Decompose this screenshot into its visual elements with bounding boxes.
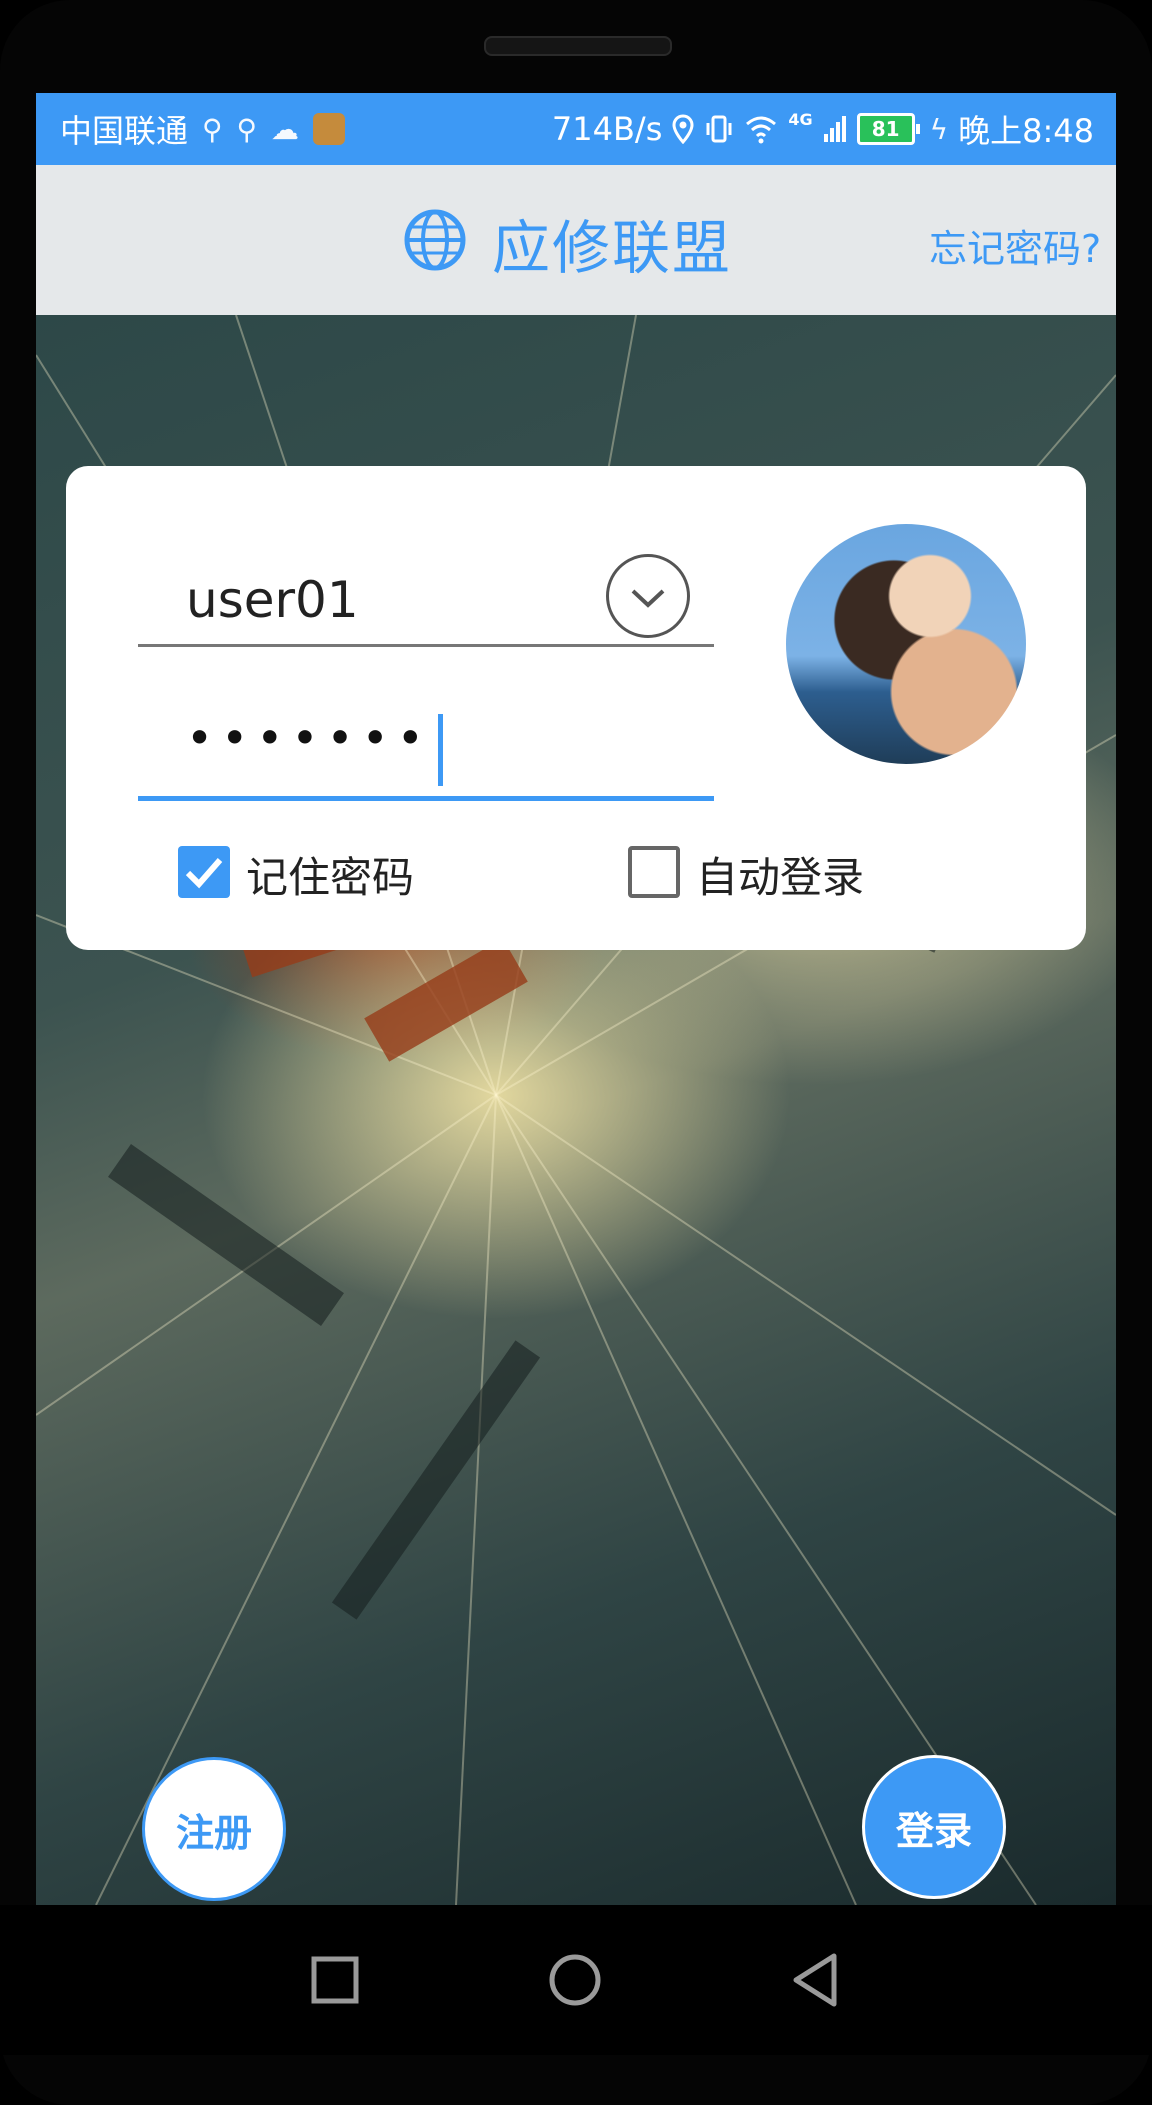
home-button[interactable]	[530, 1935, 620, 2025]
battery-level: 81	[856, 113, 915, 145]
auto-login-label[interactable]: 自动登录	[696, 844, 864, 905]
location-icon	[672, 114, 694, 144]
back-button[interactable]	[770, 1935, 860, 2025]
password-input[interactable]: •••••••	[186, 711, 432, 765]
charging-icon: ϟ	[929, 112, 949, 146]
remember-password-label[interactable]: 记住密码	[246, 844, 414, 905]
register-button[interactable]: 注册	[142, 1757, 286, 1901]
cloud-icon: ☁	[271, 112, 300, 146]
usb-icon: ⚲	[236, 112, 258, 146]
app-header: 应修联盟 忘记密码?	[36, 165, 1116, 315]
network-speed: 714B/s	[551, 110, 663, 148]
globe-icon	[404, 209, 466, 271]
username-underline	[138, 644, 714, 647]
username-input[interactable]: user01	[186, 571, 359, 629]
vibrate-icon	[706, 115, 732, 143]
app-title: 应修联盟	[492, 214, 733, 282]
clock: 晚上8:48	[958, 112, 1094, 150]
recent-apps-button[interactable]	[290, 1935, 380, 2025]
navigation-bar	[0, 1905, 1152, 2055]
checkmark-icon	[185, 858, 223, 889]
login-button[interactable]: 登录	[862, 1755, 1006, 1899]
recent-apps-icon	[311, 1956, 359, 2004]
network-type: 4G	[788, 109, 813, 129]
screen: 中国联通 ⚲ ⚲ ☁ 714B/s 4G 81 ϟ 晚上8:48 应修联盟 忘记…	[36, 93, 1116, 1905]
phone-frame: 中国联通 ⚲ ⚲ ☁ 714B/s 4G 81 ϟ 晚上8:48 应修联盟 忘记…	[0, 0, 1152, 2105]
battery-icon: 81	[856, 113, 920, 145]
signal-icon	[823, 116, 846, 142]
forgot-password-link[interactable]: 忘记密码?	[929, 218, 1101, 273]
user-avatar[interactable]	[786, 524, 1026, 764]
chevron-down-icon	[631, 589, 665, 608]
login-card: user01 ••••••• 记住密码 自动登录	[66, 466, 1086, 950]
back-icon	[793, 1953, 837, 2007]
app-notification-icon	[313, 113, 346, 145]
usb-icon: ⚲	[202, 112, 223, 146]
earpiece-speaker	[484, 36, 672, 56]
account-dropdown-button[interactable]	[606, 554, 690, 638]
remember-password-checkbox[interactable]	[178, 846, 230, 898]
auto-login-checkbox[interactable]	[628, 846, 680, 898]
text-cursor	[438, 714, 443, 786]
wifi-icon	[746, 116, 777, 144]
carrier-label: 中国联通	[60, 112, 189, 150]
home-icon	[549, 1954, 601, 2006]
password-underline	[138, 796, 714, 801]
status-bar: 中国联通 ⚲ ⚲ ☁ 714B/s 4G 81 ϟ 晚上8:48	[36, 93, 1116, 165]
